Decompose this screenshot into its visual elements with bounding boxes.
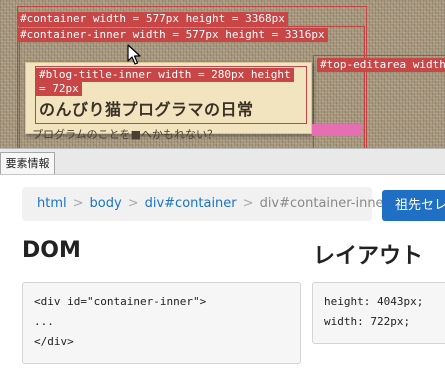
breadcrumb-separator: >: [242, 196, 254, 211]
element-info-panel: 要素情報 html > body > div#container > div#contain…: [0, 148, 445, 377]
breadcrumb: html > body > div#container > div#container-in…: [22, 187, 389, 221]
inspected-page-area: のんびり猫プログラマの日常 プログラムのことを■へかもれない？ #contain…: [0, 0, 445, 150]
layout-code-box: height: 4043px; width: 722px;: [312, 282, 445, 344]
container-inner-size-label: #container-inner width = 577px height = …: [17, 28, 328, 42]
blog-title-inner-size-label-line2: = 72px: [36, 82, 82, 96]
blog-description: プログラムのことを■へかもれない？: [32, 128, 219, 141]
dom-heading: DOM: [22, 238, 81, 263]
blog-title-inner-size-label-line1: #blog-title-inner width = 280px height: [36, 68, 294, 82]
pink-decoration: [312, 124, 362, 136]
mouse-cursor-icon: [127, 44, 141, 65]
breadcrumb-separator: >: [127, 196, 139, 211]
breadcrumb-item-body[interactable]: body: [90, 196, 122, 211]
select-ancestor-button[interactable]: 祖先セレ: [382, 190, 445, 221]
dom-code-box: <div id="container-inner"> ... </div>: [22, 282, 301, 364]
breadcrumb-item-html[interactable]: html: [37, 196, 67, 211]
top-editarea-size-label: #top-editarea width: [317, 58, 445, 72]
tab-element-info[interactable]: 要素情報: [0, 152, 55, 174]
breadcrumb-separator: >: [72, 196, 84, 211]
breadcrumb-item-container[interactable]: div#container: [145, 196, 237, 211]
blog-title[interactable]: のんびり猫プログラマの日常: [39, 96, 254, 120]
layout-heading: レイアウト: [313, 244, 424, 269]
container-size-label: #container width = 577px height = 3368px: [17, 12, 288, 26]
breadcrumb-item-container-inner: div#container-inner: [259, 196, 389, 211]
element-info-content: html > body > div#container > div#container-in…: [0, 174, 445, 377]
